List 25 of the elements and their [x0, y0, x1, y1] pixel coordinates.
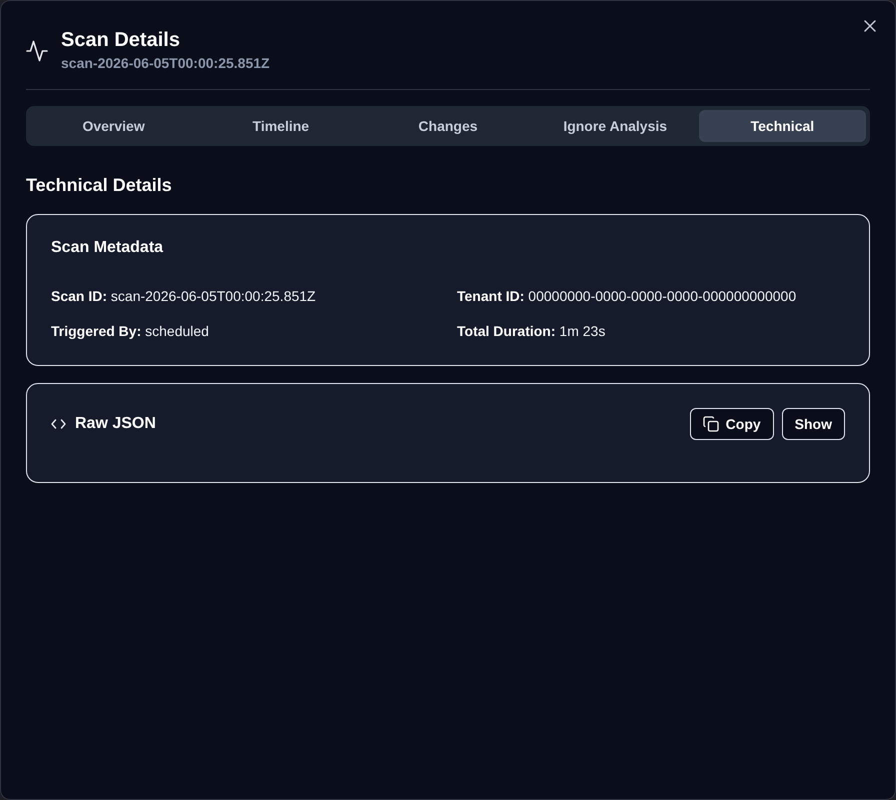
tab[interactable]: Overview — [30, 110, 198, 142]
field-label: Triggered By: — [51, 323, 142, 339]
field-label: Total Duration: — [457, 323, 556, 339]
tab[interactable]: Technical — [698, 110, 866, 142]
field-value: scan-2026-06-05T00:00:25.851Z — [110, 288, 316, 304]
dialog-subtitle: scan-2026-06-05T00:00:25.851Z — [61, 54, 270, 73]
field-value: 00000000-0000-0000-0000-000000000000 — [528, 288, 796, 304]
field-label: Scan ID: — [51, 288, 108, 304]
card-title: Raw JSON — [75, 414, 156, 434]
tab[interactable]: Ignore Analysis — [532, 110, 699, 142]
field-value: scheduled — [145, 323, 209, 339]
section-heading: Technical Details — [26, 174, 173, 197]
pulse-icon — [26, 40, 48, 62]
field-label: Tenant ID: — [457, 288, 524, 304]
copy-button[interactable]: Copy — [690, 408, 774, 440]
field-value: 1m 23s — [559, 323, 606, 339]
tab[interactable]: Changes — [364, 110, 532, 142]
tab[interactable]: Timeline — [197, 110, 364, 142]
card-title: Scan Metadata — [51, 238, 164, 258]
dialog-title: Scan Details — [61, 28, 181, 53]
show-button[interactable]: Show — [782, 408, 845, 440]
code-icon — [51, 419, 66, 429]
close-button[interactable] — [863, 19, 877, 33]
close-icon — [863, 19, 877, 33]
copy-icon — [702, 416, 719, 432]
